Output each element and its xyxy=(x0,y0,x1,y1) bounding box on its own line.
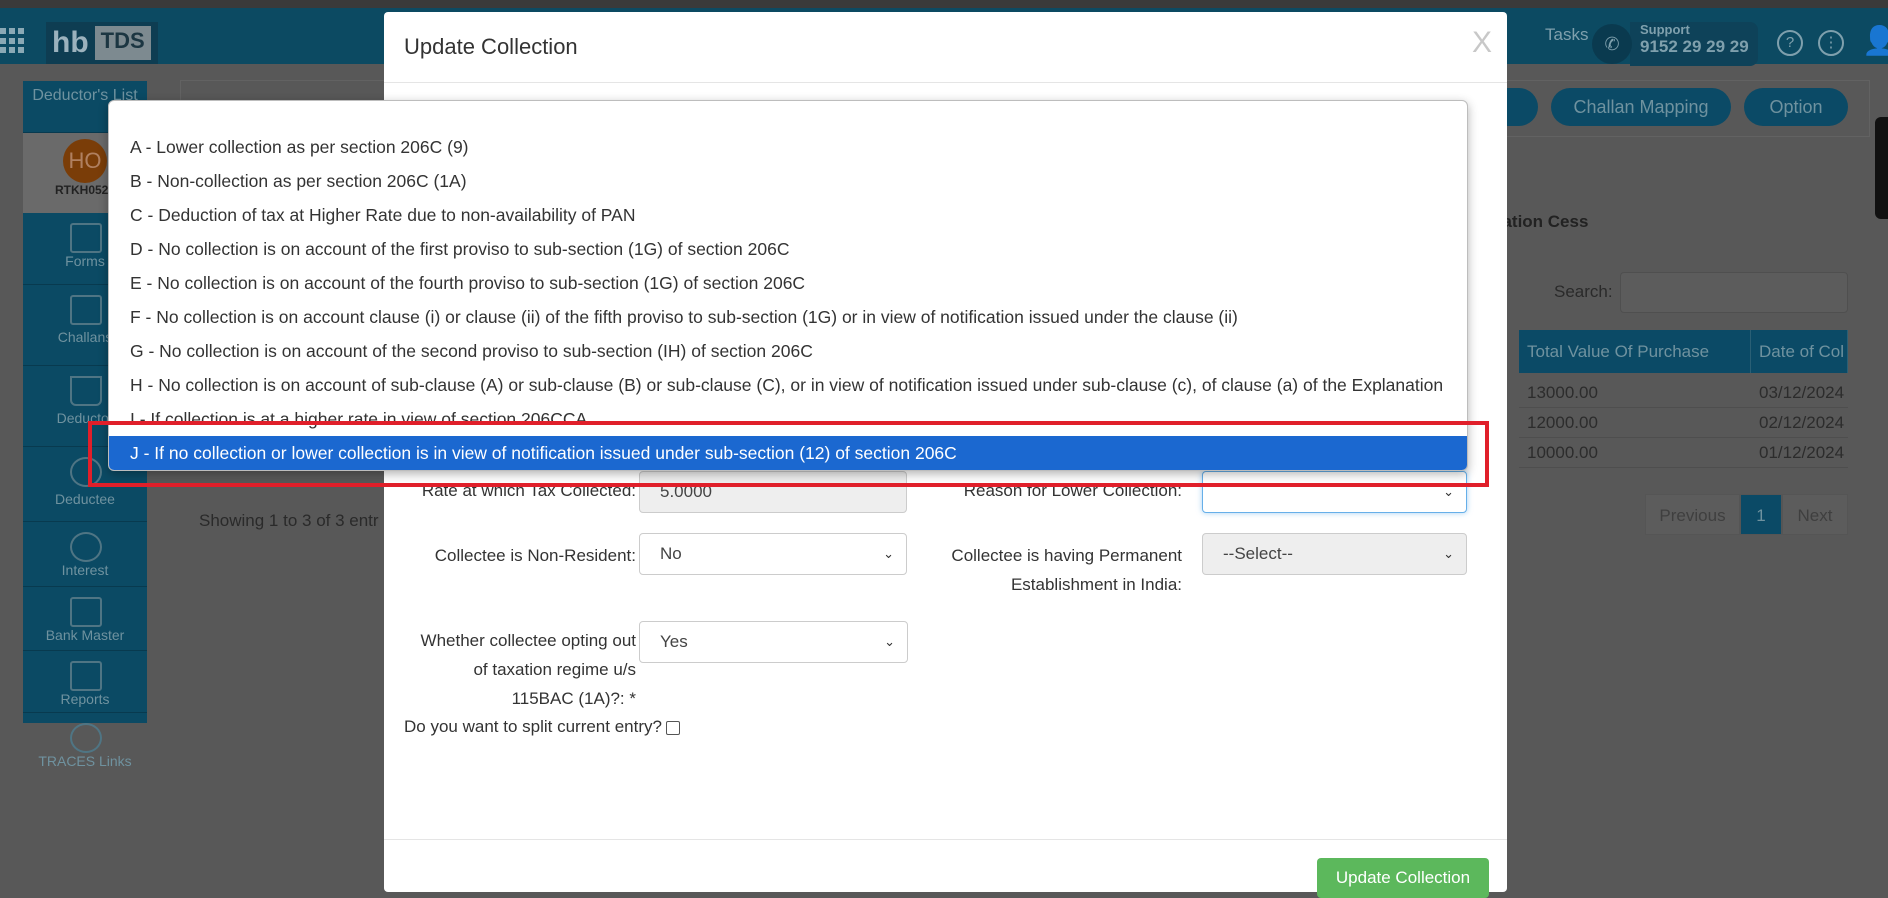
close-button[interactable]: X xyxy=(1472,26,1492,60)
option-button[interactable]: Option xyxy=(1744,88,1848,126)
sidebar-item-bank-master[interactable]: Bank Master xyxy=(23,587,147,651)
pagination-next[interactable]: Next xyxy=(1782,494,1848,535)
optout-select[interactable]: Yes ⌄ xyxy=(639,621,908,663)
table-cell: 02/12/2024 xyxy=(1751,408,1848,438)
more-options-icon[interactable]: ⋮ xyxy=(1818,30,1844,56)
chevron-down-icon: ⌄ xyxy=(884,634,895,649)
optout-value: Yes xyxy=(660,632,688,651)
avatar: HO xyxy=(63,139,107,183)
logo[interactable]: hb TDS xyxy=(46,22,158,64)
dropdown-option-g[interactable]: G - No collection is on account of the s… xyxy=(109,334,1467,368)
table-cell: 03/12/2024 xyxy=(1751,378,1848,408)
apps-grid-icon[interactable] xyxy=(0,28,26,54)
nonresident-label: Collectee is Non-Resident: xyxy=(434,546,636,565)
divider xyxy=(384,82,1507,83)
sidebar-item-label: TRACES Links xyxy=(38,753,132,769)
search-label: Search: xyxy=(1554,282,1613,301)
dropdown-option-c[interactable]: C - Deduction of tax at Higher Rate due … xyxy=(109,198,1467,232)
user-icon[interactable]: 👤 xyxy=(1862,24,1888,57)
support-box[interactable]: Support 9152 29 29 29 xyxy=(1630,22,1758,66)
side-scroll-tab[interactable] xyxy=(1875,117,1888,219)
col-date-of-collection[interactable]: Date of Col xyxy=(1751,330,1848,373)
logo-hb: hb xyxy=(52,26,89,59)
sidebar-item-label: Interest xyxy=(61,562,109,578)
sidebar-item-label: Reports xyxy=(60,691,110,707)
reason-dropdown-list[interactable]: A - Lower collection as per section 206C… xyxy=(108,100,1468,471)
logo-tds: TDS xyxy=(94,26,151,60)
split-row: Do you want to split current entry? xyxy=(404,717,680,737)
divider xyxy=(384,839,1507,840)
support-phone: 9152 29 29 29 xyxy=(1640,37,1749,56)
table-cell: 13000.00 xyxy=(1519,378,1751,408)
entries-info: Showing 1 to 3 of 3 entr xyxy=(199,511,379,530)
nonresident-value: No xyxy=(660,544,682,563)
sidebar-item-reports[interactable]: Reports xyxy=(23,651,147,713)
tasks-link[interactable]: Tasks xyxy=(1545,25,1588,45)
bank-icon xyxy=(70,597,102,627)
table-cell: 10000.00 xyxy=(1519,438,1751,468)
split-checkbox[interactable] xyxy=(665,720,680,735)
dropdown-option-b[interactable]: B - Non-collection as per section 206C (… xyxy=(109,164,1467,198)
split-label: Do you want to split current entry? xyxy=(404,717,662,736)
forms-icon xyxy=(70,223,102,253)
traces-icon xyxy=(70,723,102,753)
dropdown-option-a[interactable]: A - Lower collection as per section 206C… xyxy=(109,130,1467,164)
update-collection-button[interactable]: Update Collection xyxy=(1317,858,1489,898)
sidebar-item-label: Forms xyxy=(65,253,105,269)
dropdown-option-d[interactable]: D - No collection is on account of the f… xyxy=(109,232,1467,266)
help-icon[interactable]: ? xyxy=(1777,30,1803,56)
report-icon xyxy=(70,661,102,691)
nonresident-select[interactable]: No ⌄ xyxy=(639,533,907,575)
pagination-page-1[interactable]: 1 xyxy=(1740,494,1782,535)
pagination-previous[interactable]: Previous xyxy=(1645,494,1740,535)
support-label: Support xyxy=(1640,22,1690,37)
chevron-down-icon: ⌄ xyxy=(883,546,894,561)
sidebar-item-interest[interactable]: Interest xyxy=(23,522,147,587)
challan-mapping-button[interactable]: Challan Mapping xyxy=(1551,88,1731,126)
table-cell: 01/12/2024 xyxy=(1751,438,1848,468)
section-heading: cation Cess xyxy=(1493,212,1589,231)
col-total-value[interactable]: Total Value Of Purchase xyxy=(1519,330,1751,373)
dropdown-option-f[interactable]: F - No collection is on account clause (… xyxy=(109,300,1467,334)
pe-value: --Select-- xyxy=(1223,544,1293,563)
sidebar-item-label: Bank Master xyxy=(45,627,125,643)
dropdown-option-h[interactable]: H - No collection is on account of sub-c… xyxy=(109,368,1467,402)
table-cell: 12000.00 xyxy=(1519,408,1751,438)
search-input[interactable] xyxy=(1620,272,1848,313)
sidebar-item-label: Challans xyxy=(57,329,113,345)
sidebar-item-traces-links[interactable]: TRACES Links xyxy=(23,713,147,775)
modal-title: Update Collection xyxy=(404,34,578,59)
sidebar-item-label: Deductee xyxy=(55,491,115,507)
pe-label: Collectee is having Permanent Establishm… xyxy=(951,546,1182,594)
money-bag-icon xyxy=(70,532,102,562)
chevron-down-icon: ⌄ xyxy=(1443,546,1454,561)
dropdown-option-e[interactable]: E - No collection is on account of the f… xyxy=(109,266,1467,300)
optout-label: Whether collectee opting out of taxation… xyxy=(420,631,636,708)
crown-icon xyxy=(70,376,102,406)
pe-select[interactable]: --Select-- ⌄ xyxy=(1202,533,1467,575)
phone-icon[interactable]: ✆ xyxy=(1592,24,1632,64)
annotation-highlight-box xyxy=(88,421,1489,487)
challan-icon xyxy=(70,295,102,325)
